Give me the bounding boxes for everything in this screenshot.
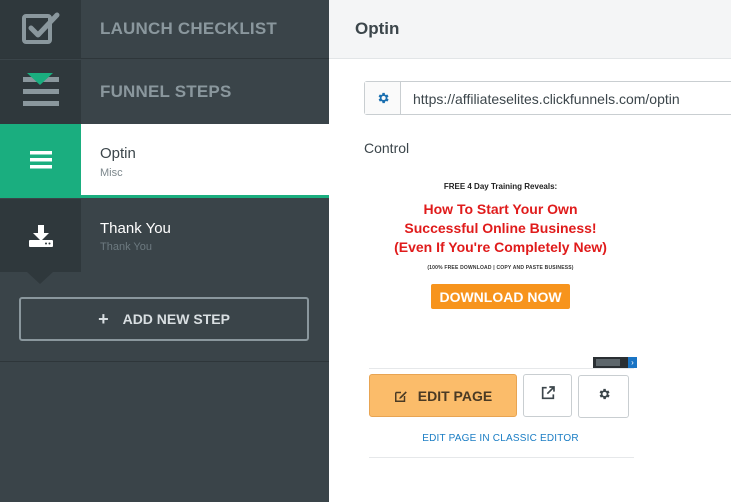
step-subtitle: Misc [100,167,123,179]
checkbox-check-icon [0,0,81,58]
download-tray-icon [0,199,81,272]
open-external-button[interactable] [523,374,572,417]
add-step-area: + ADD NEW STEP [0,272,329,362]
funnel-step-optin[interactable]: Optin Misc [0,124,329,198]
sidebar-empty-area [0,363,329,502]
add-new-step-button[interactable]: + ADD NEW STEP [19,297,309,341]
chevron-right-icon: › [628,357,637,368]
list-bars-icon [0,124,81,195]
sidebar-item-funnel-steps[interactable]: FUNNEL STEPS [0,60,329,124]
sidebar-item-label: FUNNEL STEPS [100,82,232,101]
gear-icon[interactable] [365,82,401,114]
gear-icon [597,387,611,406]
sidebar: LAUNCH CHECKLIST FUNNEL STEPS Optin Misc [0,0,329,502]
divider [369,457,634,458]
variant-label: Control [364,140,410,156]
url-field[interactable]: https://affiliateselites.clickfunnels.co… [364,81,731,115]
plus-icon: + [98,308,109,329]
preview-top-line: FREE 4 Day Training Reveals: [443,182,558,191]
preview-badge: › [593,357,637,368]
page-preview[interactable]: FREE 4 Day Training Reveals: How To Star… [364,170,637,368]
sidebar-item-label: LAUNCH CHECKLIST [100,19,277,38]
active-step-caret [27,73,53,85]
preview-headline: How To Start Your Own Successful Online … [394,201,607,255]
page-title: Optin [355,19,400,38]
classic-editor-link[interactable]: EDIT PAGE IN CLASSIC EDITOR [369,433,632,444]
step-subtitle: Thank You [100,241,152,253]
page-header: Optin [329,0,731,59]
step-caret [27,272,53,284]
edit-page-label: EDIT PAGE [417,387,493,404]
add-new-step-label: ADD NEW STEP [122,311,230,327]
bars-icon [0,60,81,124]
page-settings-button[interactable] [578,375,629,418]
pencil-square-icon [394,389,408,403]
divider [369,368,634,369]
step-title: Thank You [100,220,171,237]
edit-page-button[interactable]: EDIT PAGE [369,374,517,417]
badge-label-bar [596,359,620,366]
funnel-step-thank-you[interactable]: Thank You Thank You [0,199,329,272]
preview-small-line: (100% FREE DOWNLOAD | COPY AND PASTE BUS… [427,265,574,271]
preview-download-button: DOWNLOAD NOW [431,284,570,309]
url-value[interactable]: https://affiliateselites.clickfunnels.co… [413,91,680,107]
sidebar-item-launch-checklist[interactable]: LAUNCH CHECKLIST [0,0,329,59]
step-title: Optin [100,145,136,162]
external-link-icon [540,385,556,406]
